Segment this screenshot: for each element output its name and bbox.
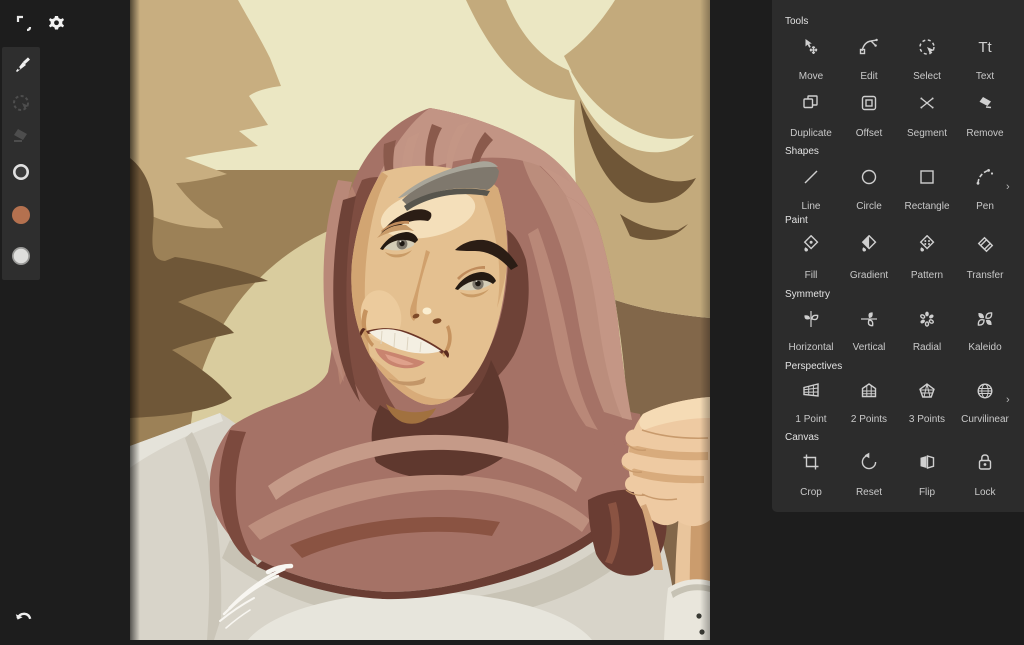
svg-text:Tt: Tt bbox=[978, 39, 992, 56]
